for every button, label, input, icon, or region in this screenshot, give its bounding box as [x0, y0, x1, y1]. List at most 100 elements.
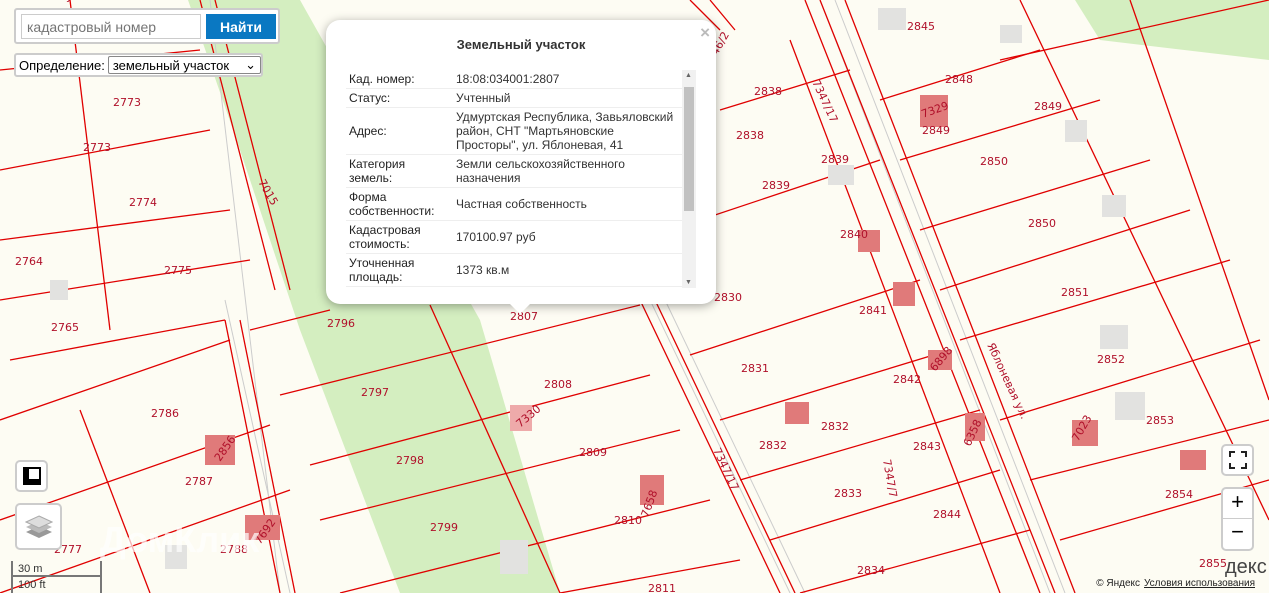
info-row: Кад. номер: 18:08:034001:2807: [346, 70, 696, 89]
parcel-label: 2853: [1146, 414, 1174, 427]
parcel-label: 2838: [754, 85, 782, 98]
parcel-label: 2833: [834, 487, 862, 500]
info-row: Статус: Учтенный: [346, 89, 696, 108]
parcel-label: 2773: [113, 96, 141, 109]
info-value: Удмуртская Республика, Завьяловский райо…: [456, 110, 674, 152]
parcel-label: 2775: [164, 264, 192, 277]
parcel-label: 2841: [859, 304, 887, 317]
parcel-label: 2764: [15, 255, 43, 268]
parcel-label: 2834: [857, 564, 885, 577]
definition-label: Определение:: [19, 57, 105, 73]
info-value: 1373 кв.м: [456, 263, 510, 277]
scale-imperial: 100 ft: [18, 579, 46, 591]
parcel-label: 2797: [361, 386, 389, 399]
parcel-label: 2773: [83, 141, 111, 154]
parcel-label: 2831: [741, 362, 769, 375]
parcel-label: 2840: [840, 228, 868, 241]
info-value: 170100.97 руб: [456, 230, 536, 244]
parcel-label: 2811: [648, 582, 676, 593]
zoom-in-button[interactable]: +: [1223, 489, 1252, 520]
definition-selected: земельный участок: [112, 57, 230, 73]
parcel-label: 2851: [1061, 286, 1089, 299]
zoom-control: + −: [1221, 487, 1254, 551]
fullscreen-icon: [1228, 451, 1247, 469]
parcel-label: 2852: [1097, 353, 1125, 366]
parcel-label: 2855: [1199, 557, 1227, 570]
parcel-label: 2839: [762, 179, 790, 192]
parcel-label: 7347/17: [710, 446, 741, 493]
info-row: Форма собственности: Частная собственност…: [346, 188, 696, 221]
info-key: Статус:: [349, 91, 391, 105]
info-value: 18:08:034001:2807: [456, 72, 560, 86]
parcel-label: 2839: [821, 153, 849, 166]
definition-select[interactable]: земельный участок ⌄: [107, 56, 261, 74]
info-key: Форма собственности:: [349, 190, 435, 218]
copyright: © Яндекс: [1096, 578, 1140, 589]
ruler-icon: [22, 467, 41, 485]
parcel-label: 2808: [544, 378, 572, 391]
zoom-out-button[interactable]: −: [1223, 519, 1252, 549]
info-value: Частная собственность: [456, 197, 587, 211]
yandex-logo: декс: [1225, 556, 1267, 578]
scale-metric: 30 m: [13, 561, 100, 577]
info-row: Адрес: Удмуртская Республика, Завьяловски…: [346, 108, 696, 155]
find-button[interactable]: Найти: [206, 14, 276, 39]
parcel-label: 2854: [1165, 488, 1193, 501]
parcel-info-table[interactable]: Кад. номер: 18:08:034001:2807 Статус: Учтен…: [346, 70, 696, 288]
parcel-label: 2850: [980, 155, 1008, 168]
ruler-button[interactable]: [15, 460, 48, 492]
parcel-label: 2765: [51, 321, 79, 334]
parcel-label: 2830: [714, 291, 742, 304]
info-key: Кад. номер:: [349, 72, 415, 86]
parcel-label: 2832: [821, 420, 849, 433]
parcel-label: 2786: [151, 407, 179, 420]
parcel-label: 2832: [759, 439, 787, 452]
parcel-label: 2796: [327, 317, 355, 330]
watermark: ДомКлик: [100, 519, 260, 560]
scrollbar[interactable]: ▲ ▼: [682, 70, 696, 288]
parcel-label: 2799: [430, 521, 458, 534]
street-label: Солнечная ул.: [0, 0, 83, 3]
chevron-down-icon: ⌄: [245, 57, 256, 72]
definition-panel: Определение: земельный участок ⌄: [14, 53, 263, 77]
scrollbar-thumb[interactable]: [684, 87, 694, 211]
close-icon[interactable]: ×: [700, 23, 710, 43]
info-key: Адрес:: [349, 124, 387, 138]
parcel-label: 2798: [396, 454, 424, 467]
parcel-label: 2838: [736, 129, 764, 142]
scale-bar: 30 m 100 ft: [11, 561, 102, 593]
info-value: Учтенный: [456, 91, 511, 105]
info-key: Категория земель:: [349, 157, 406, 185]
info-row: Кадастровая стоимость: 170100.97 руб: [346, 221, 696, 254]
parcel-popup: Земельный участок × Кад. номер: 18:08:034…: [326, 20, 716, 314]
layers-button[interactable]: [15, 503, 62, 550]
scroll-up-icon[interactable]: ▲: [685, 72, 692, 79]
terms-link[interactable]: Условия использования: [1144, 578, 1255, 589]
parcel-label: 2844: [933, 508, 961, 521]
parcel-label: 2810: [614, 514, 642, 527]
parcel-label: 2843: [913, 440, 941, 453]
parcel-label: 2849: [922, 124, 950, 137]
map-footer: © Яндекс Условия использования: [1096, 578, 1255, 589]
popup-title: Земельный участок: [456, 37, 586, 52]
parcel-label: 2848: [945, 73, 973, 86]
parcel-label: 2842: [893, 373, 921, 386]
fullscreen-button[interactable]: [1221, 444, 1254, 476]
green-zone: [1075, 0, 1269, 60]
parcel-label: 2774: [129, 196, 157, 209]
scroll-down-icon[interactable]: ▼: [685, 279, 692, 286]
info-row: Уточненная площадь: 1373 кв.м: [346, 254, 696, 287]
parcel-label: 7347/7: [880, 458, 900, 498]
street-label: Яблоневая ул.: [984, 341, 1031, 421]
parcel-label: 2809: [579, 446, 607, 459]
parcel-label: 2849: [1034, 100, 1062, 113]
cadastral-number-input[interactable]: [21, 14, 201, 39]
info-row: Категория земель: Земли сельскохозяйствен…: [346, 155, 696, 188]
info-key: Кадастровая стоимость:: [349, 223, 421, 251]
layers-icon: [24, 514, 53, 538]
parcel-label: 2845: [907, 20, 935, 33]
parcel-label: 2787: [185, 475, 213, 488]
search-panel: Найти: [14, 8, 280, 44]
info-value: Земли сельскохозяйственного назначения: [456, 157, 625, 185]
info-key: Уточненная площадь:: [349, 256, 415, 284]
